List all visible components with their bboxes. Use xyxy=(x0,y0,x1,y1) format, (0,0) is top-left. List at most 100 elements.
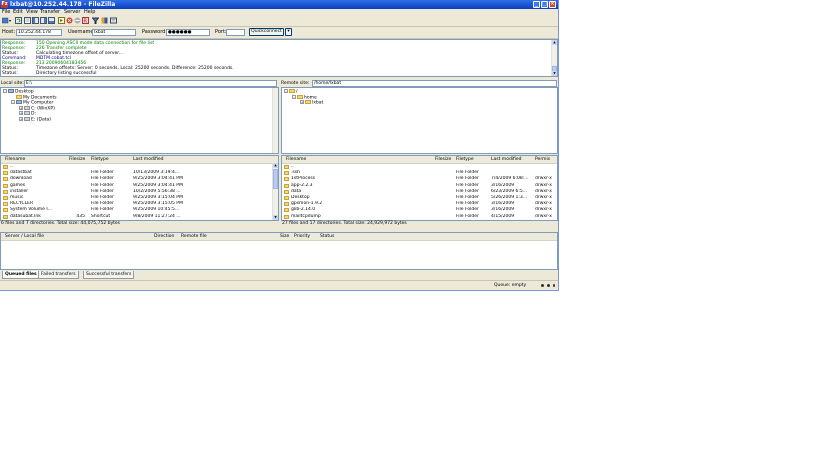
search-icon[interactable] xyxy=(110,17,117,24)
remote-col-filename[interactable]: Filename xyxy=(286,157,306,162)
log-scrollbar[interactable]: ▲ ▼ xyxy=(551,40,557,76)
quickconnect-button[interactable]: Quickconnect xyxy=(249,28,284,36)
tab-successful-transfers[interactable]: Successful transfers xyxy=(83,271,135,279)
tree-node[interactable]: - home xyxy=(292,94,317,100)
file-row[interactable]: data File Folder 6/23/2009 6:5... drwxr-x xyxy=(282,189,557,194)
host-input[interactable]: 10.252.44.178 xyxy=(16,29,62,36)
maximize-button[interactable]: □ xyxy=(541,1,548,8)
tab-failed-transfers[interactable]: Failed transfers xyxy=(38,271,79,279)
file-row[interactable]: music File Folder 9/25/2009 3:15:04 PM xyxy=(1,195,278,200)
title-bar[interactable]: Fz lxbat@10.252.44.178 - FileZilla _ □ × xyxy=(0,0,558,9)
queue-col-status[interactable]: Status xyxy=(320,234,334,239)
tree-node[interactable]: + C: (WinXP) xyxy=(19,105,55,111)
file-row[interactable]: installer File Folder 10/2/2009 5:56:38 ..… xyxy=(1,189,278,194)
host-label: Host: xyxy=(2,29,16,35)
menu-view[interactable]: View xyxy=(26,10,38,15)
toggle-remote-tree-icon[interactable] xyxy=(40,17,47,24)
menu-edit[interactable]: Edit xyxy=(13,10,23,15)
scroll-down-icon[interactable]: ▼ xyxy=(552,71,557,76)
username-input[interactable]: lxbat xyxy=(92,29,136,36)
file-row[interactable]: Desktop File Folder 5/26/2009 1:3... drwxr-… xyxy=(282,195,557,200)
file-row[interactable]: System Volume I... File Folder 9/25/2009 1… xyxy=(1,207,278,213)
file-row[interactable]: download File Folder 9/25/2009 3:04:41 PM xyxy=(1,176,278,182)
file-row[interactable]: datastbat File Folder 10/13/2009 3:19:4... xyxy=(1,170,278,176)
scroll-up-icon[interactable]: ▲ xyxy=(552,40,557,45)
expander-icon[interactable]: + xyxy=(19,111,23,115)
file-row[interactable]: datasubat.lnk 435 Shortcut 9/8/2009 11:27:2… xyxy=(1,214,278,219)
filter-icon[interactable] xyxy=(91,17,100,24)
expander-icon[interactable]: - xyxy=(292,94,296,99)
expander-icon[interactable]: - xyxy=(3,89,7,93)
expander-icon[interactable]: + xyxy=(19,105,23,110)
refresh-icon[interactable] xyxy=(15,17,22,24)
file-row[interactable]: mailtcpdump File Folder 4/15/2009 drwxr-x xyxy=(282,214,557,219)
reconnect-icon[interactable]: R xyxy=(82,17,89,25)
file-row[interactable]: 1stProcess File Folder 7/4/2009 6:08:... dr… xyxy=(282,176,557,182)
file-row[interactable]: gpsmon-1.9.2 File Folder 3/16/2009 drwxr-x xyxy=(282,201,557,207)
queue-col-size[interactable]: Size xyxy=(280,234,289,239)
tree-node[interactable]: - Desktop xyxy=(3,89,34,95)
queue-col-direction[interactable]: Direction xyxy=(154,234,174,239)
file-row[interactable]: .. xyxy=(282,164,557,169)
file-row[interactable]: .ssh File Folder xyxy=(282,170,557,176)
remote-col-permissions[interactable]: Permis xyxy=(535,157,550,162)
toggle-log-icon[interactable] xyxy=(24,17,31,24)
scroll-up-icon[interactable]: ▲ xyxy=(273,163,278,168)
toggle-local-tree-icon[interactable] xyxy=(32,17,39,24)
tree-node[interactable]: - My Computer xyxy=(11,100,53,106)
cancel-icon[interactable] xyxy=(66,17,73,24)
compare-icon[interactable] xyxy=(101,17,108,24)
process-queue-icon[interactable] xyxy=(58,17,65,24)
toggle-queue-icon[interactable] xyxy=(48,17,55,24)
menu-transfer[interactable]: Transfer xyxy=(40,10,60,15)
file-row[interactable]: RECYCLER File Folder 9/25/2009 3:15:05 PM xyxy=(1,201,278,207)
local-col-modified[interactable]: Last modified xyxy=(133,157,164,162)
local-tree-scrollbar[interactable] xyxy=(272,88,278,153)
menu-file[interactable]: File xyxy=(2,10,10,15)
tree-node[interactable]: My Documents xyxy=(11,94,57,100)
disconnect-icon[interactable] xyxy=(74,17,81,24)
expander-icon[interactable]: - xyxy=(284,89,288,93)
quickconnect-dropdown[interactable]: ▾ xyxy=(285,28,292,36)
tree-node[interactable]: - / xyxy=(284,89,298,95)
remote-file-list[interactable]: Filename Filesize Filetype Last modified… xyxy=(281,155,558,221)
password-input[interactable]: ●●●●●● xyxy=(166,29,210,36)
menu-help[interactable]: Help xyxy=(84,10,95,15)
expander-icon[interactable]: + xyxy=(19,116,23,121)
scroll-thumb[interactable] xyxy=(273,169,278,189)
remote-col-modified[interactable]: Last modified xyxy=(491,157,522,162)
message-log[interactable]: Response: 150 Opening ASCII mode data con… xyxy=(0,39,558,77)
site-manager-icon[interactable] xyxy=(1,17,12,24)
menu-server[interactable]: Server xyxy=(64,10,80,15)
local-col-filename[interactable]: Filename xyxy=(5,157,25,162)
scroll-down-icon[interactable]: ▼ xyxy=(273,215,278,220)
local-file-list[interactable]: Filename Filesize Filetype Last modified… xyxy=(0,155,279,221)
file-row[interactable]: games File Folder 9/25/2009 3:04:41 PM xyxy=(1,183,278,188)
local-col-filetype[interactable]: Filetype xyxy=(91,157,109,162)
queue-col-server-local[interactable]: Server / Local file xyxy=(5,234,44,239)
tab-queued-files[interactable]: Queued files xyxy=(2,271,40,279)
file-row[interactable]: glib-2.14.0 File Folder 3/16/2009 drwxr-x xyxy=(282,207,557,213)
port-input[interactable] xyxy=(226,29,245,36)
minimize-button[interactable]: _ xyxy=(533,1,540,8)
local-site-input[interactable]: E:\ xyxy=(24,80,277,87)
queue-col-priority[interactable]: Priority xyxy=(294,234,310,239)
file-row[interactable]: app-2.2.3 File Folder 3/16/2009 drwxr-x xyxy=(282,183,557,188)
local-col-filesize[interactable]: Filesize xyxy=(69,157,85,162)
file-row[interactable]: .. xyxy=(1,164,278,169)
tree-node[interactable]: + lxbat xyxy=(300,100,323,106)
file-name: datastbat xyxy=(10,170,32,176)
transfer-queue[interactable]: Server / Local file Direction Remote fil… xyxy=(0,232,558,270)
remote-col-filesize[interactable]: Filesize xyxy=(435,157,451,162)
local-directory-tree[interactable]: - Desktop My Documents - My Computer + C: (Win… xyxy=(0,87,279,154)
local-list-scrollbar[interactable]: ▲ ▼ xyxy=(272,163,278,220)
tree-node[interactable]: + E: (Data) xyxy=(19,116,51,122)
remote-col-filetype[interactable]: Filetype xyxy=(456,157,474,162)
close-button[interactable]: × xyxy=(549,1,556,8)
remote-site-input[interactable]: /home/lxbat xyxy=(312,80,557,87)
tree-node[interactable]: + D: xyxy=(19,111,36,117)
expander-icon[interactable]: - xyxy=(11,100,15,104)
remote-directory-tree[interactable]: - / - home + lxbat xyxy=(281,87,558,154)
expander-icon[interactable]: + xyxy=(300,100,304,104)
queue-col-remote-file[interactable]: Remote file xyxy=(181,234,207,239)
